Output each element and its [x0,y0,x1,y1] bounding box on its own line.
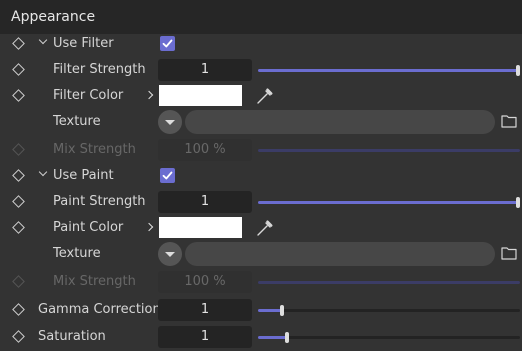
paint-texture-field[interactable] [185,242,495,266]
gamma-correction-value: 1 [200,302,210,317]
gamma-correction-label: Gamma Correction [38,302,161,317]
paint-strength-value: 1 [200,194,210,209]
texture-dropdown-button[interactable] [158,242,182,266]
paint-mix-strength-field: 100 % [158,271,252,293]
gamma-correction-row: Gamma Correction 1 [0,297,522,323]
keyframe-diamond-icon[interactable] [12,330,25,343]
filter-texture-label: Texture [53,114,101,129]
eyedropper-icon[interactable] [255,218,275,238]
filter-mix-strength-value: 100 % [184,142,226,157]
chevron-down-icon[interactable] [38,167,48,177]
keyframe-diamond-icon [12,275,25,288]
texture-dropdown-button[interactable] [158,110,182,134]
paint-color-swatch[interactable] [159,217,242,238]
keyframe-diamond-icon[interactable] [12,221,25,234]
use-paint-row: Use Paint [0,163,522,189]
paint-mix-strength-slider [258,281,520,284]
paint-strength-slider[interactable] [258,197,520,208]
appearance-panel: Appearance Use Filter Filter Strength 1 … [0,0,522,351]
paint-color-label: Paint Color [53,220,124,235]
paint-color-row: Paint Color [0,215,522,241]
keyframe-diamond-icon[interactable] [12,195,25,208]
keyframe-diamond-icon [12,143,25,156]
filter-mix-strength-row: Mix Strength 100 % [0,137,522,163]
chevron-right-icon[interactable] [144,90,154,100]
keyframe-diamond-icon[interactable] [12,303,25,316]
use-paint-checkbox[interactable] [160,168,175,183]
filter-color-swatch[interactable] [159,85,242,106]
filter-mix-strength-label: Mix Strength [53,142,136,157]
slider-handle[interactable] [516,65,520,76]
section-title: Appearance [11,9,96,25]
folder-icon[interactable] [501,246,517,260]
keyframe-diamond-icon[interactable] [12,37,25,50]
paint-texture-label: Texture [53,246,101,261]
saturation-field[interactable]: 1 [158,326,252,348]
chevron-down-icon[interactable] [38,35,48,45]
caret-down-icon [165,252,175,257]
paint-mix-strength-label: Mix Strength [53,274,136,289]
slider-fill [258,149,520,152]
chevron-right-icon[interactable] [144,222,154,232]
use-filter-label: Use Filter [53,36,114,51]
section-header[interactable]: Appearance [0,0,522,34]
paint-strength-row: Paint Strength 1 [0,189,522,215]
use-filter-row: Use Filter [0,31,522,57]
slider-fill [258,281,520,284]
saturation-label: Saturation [38,329,106,344]
paint-mix-strength-value: 100 % [184,274,226,289]
slider-fill [258,69,520,72]
use-paint-label: Use Paint [53,168,114,183]
filter-color-label: Filter Color [53,88,124,103]
filter-texture-row: Texture [0,109,522,135]
slider-handle[interactable] [279,305,284,316]
saturation-slider[interactable] [258,332,520,343]
keyframe-diamond-icon[interactable] [12,63,25,76]
keyframe-diamond-icon[interactable] [12,89,25,102]
gamma-correction-slider[interactable] [258,305,520,316]
gamma-correction-field[interactable]: 1 [158,299,252,321]
eyedropper-icon[interactable] [255,86,275,106]
paint-strength-field[interactable]: 1 [158,191,252,213]
slider-handle[interactable] [284,332,289,343]
filter-mix-strength-slider [258,149,520,152]
slider-fill [258,309,282,312]
filter-strength-value: 1 [200,62,210,77]
use-filter-checkbox[interactable] [160,36,175,51]
paint-strength-label: Paint Strength [53,194,146,209]
saturation-value: 1 [200,329,210,344]
filter-mix-strength-field: 100 % [158,139,252,161]
paint-texture-row: Texture [0,241,522,267]
filter-strength-slider[interactable] [258,65,520,76]
filter-strength-label: Filter Strength [53,62,146,77]
folder-icon[interactable] [501,114,517,128]
saturation-row: Saturation 1 [0,324,522,350]
checkmark-icon [162,171,173,180]
slider-handle[interactable] [516,197,520,208]
caret-down-icon [165,120,175,125]
slider-fill [258,201,520,204]
filter-texture-field[interactable] [185,110,495,134]
filter-strength-row: Filter Strength 1 [0,57,522,83]
checkmark-icon [162,39,173,48]
keyframe-diamond-icon[interactable] [12,169,25,182]
filter-color-row: Filter Color [0,83,522,109]
slider-fill [258,336,287,339]
filter-strength-field[interactable]: 1 [158,59,252,81]
paint-mix-strength-row: Mix Strength 100 % [0,269,522,295]
